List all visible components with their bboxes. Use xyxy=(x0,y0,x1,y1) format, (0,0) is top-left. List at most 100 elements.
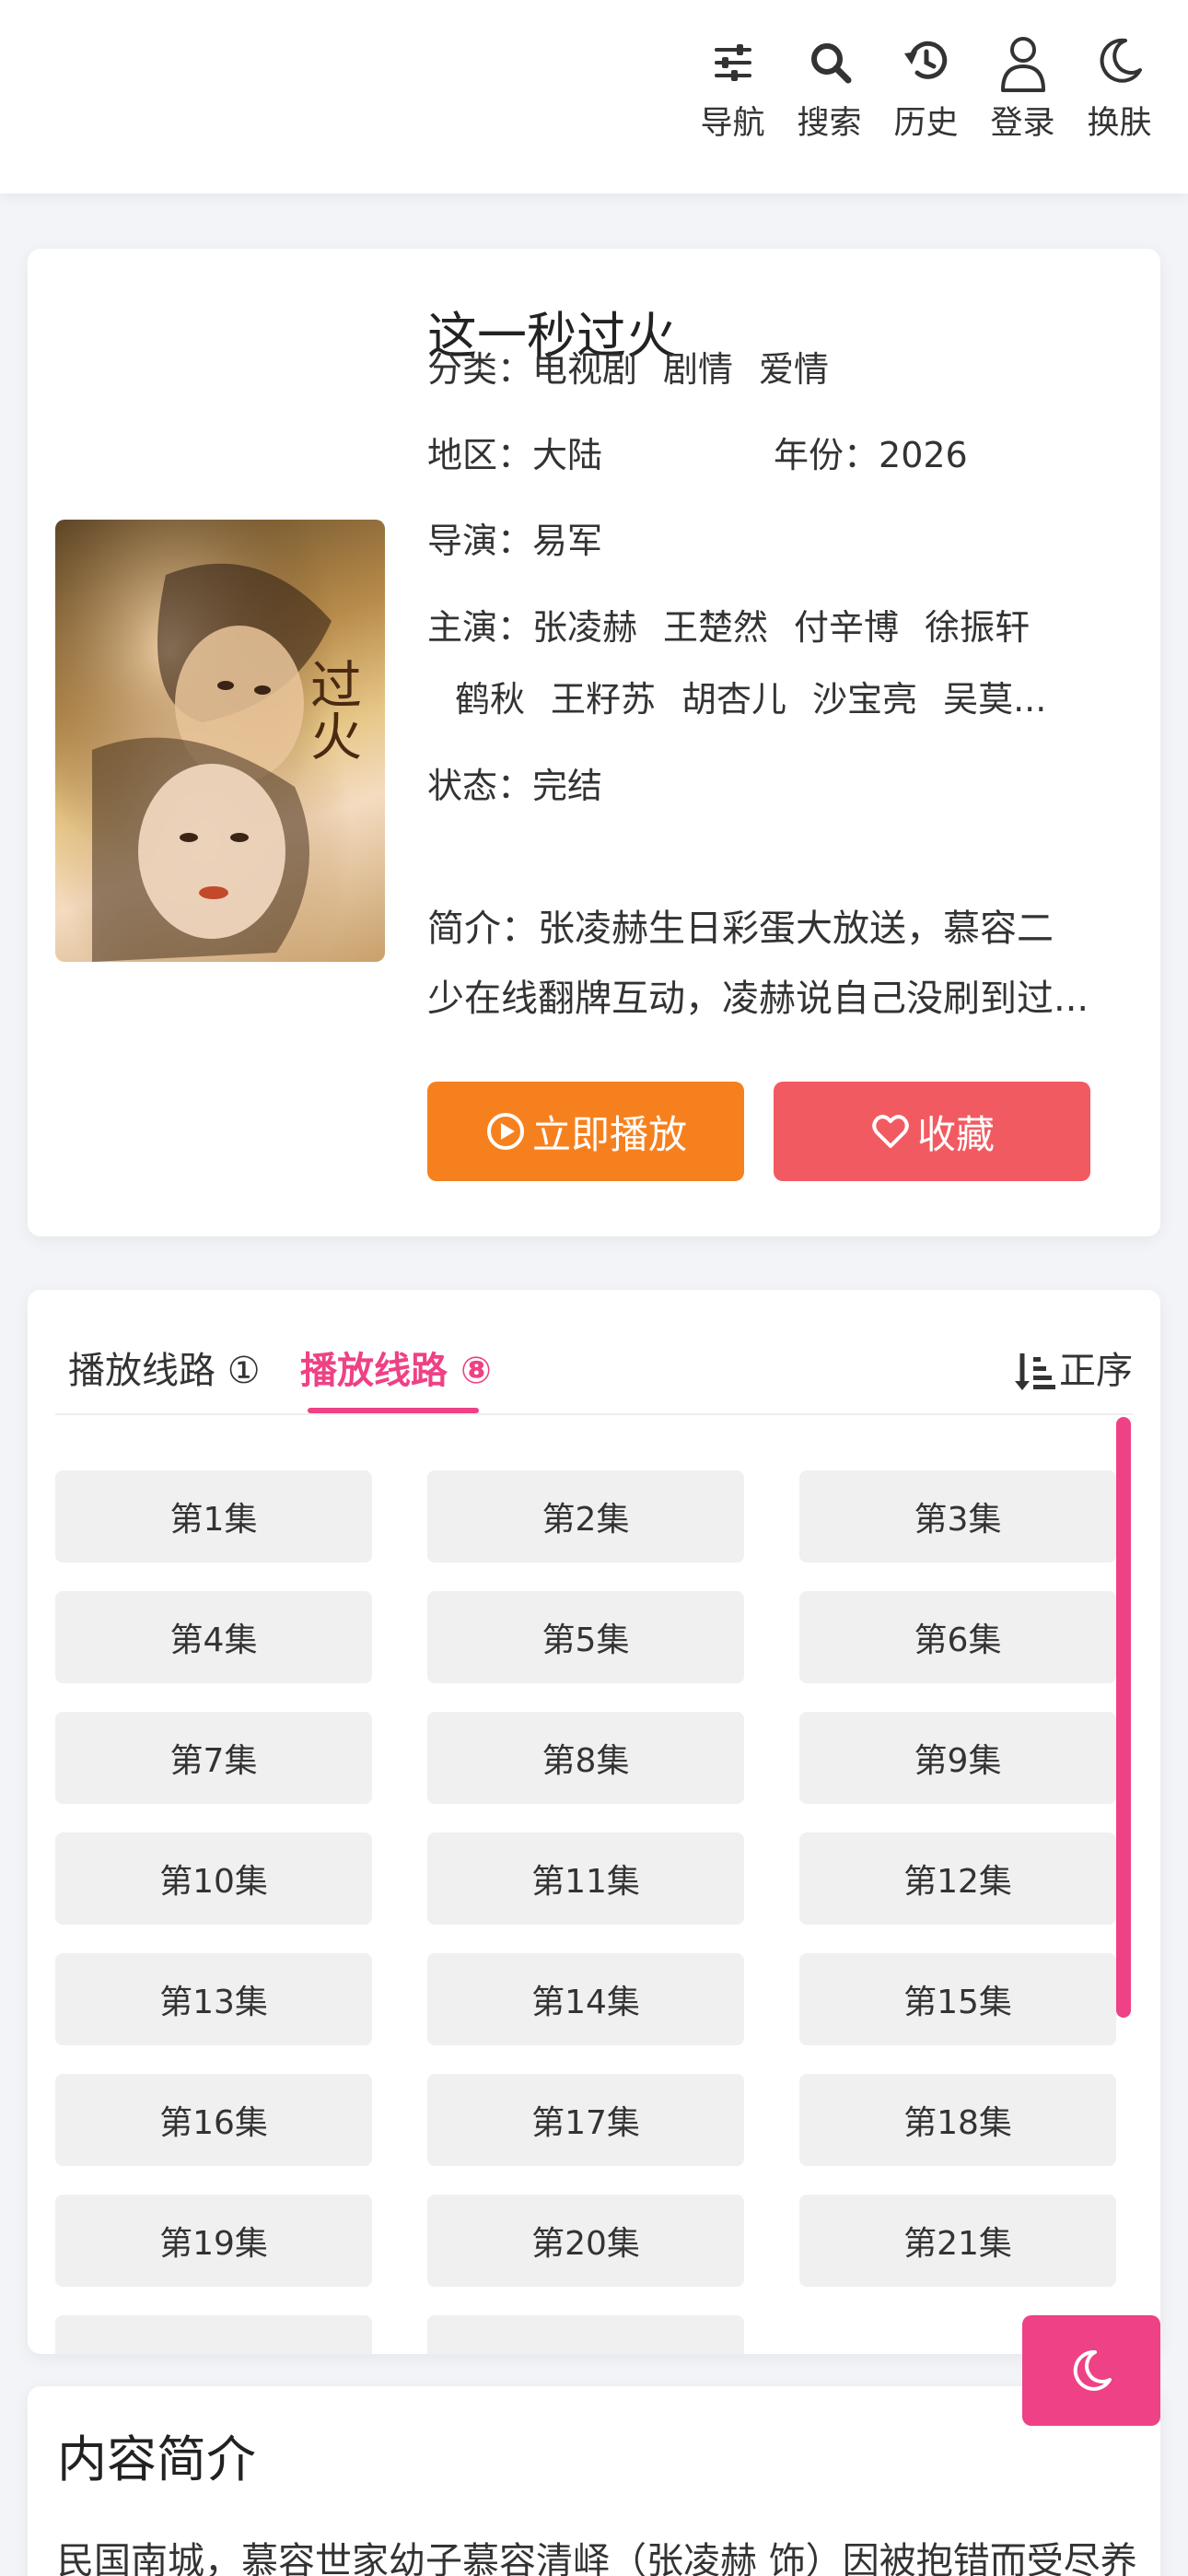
episode-button[interactable]: 第13集 xyxy=(55,1953,372,2045)
moon-icon xyxy=(1100,38,1142,83)
cast-name[interactable]: 徐振轩 xyxy=(925,607,1030,648)
favorite-button[interactable]: 收藏 xyxy=(774,1082,1090,1181)
nav-label: 搜索 xyxy=(797,105,862,142)
cast-name[interactable]: 王楚然 xyxy=(663,607,768,648)
category-label: 分类： xyxy=(427,349,533,390)
user-icon xyxy=(1000,37,1045,92)
episode-button[interactable]: 第8集 xyxy=(427,1712,744,1804)
category-tag[interactable]: 电视剧 xyxy=(532,349,637,390)
sliders-icon xyxy=(714,44,751,81)
tab-label: 播放线路 xyxy=(68,1350,215,1392)
category-row: 分类：电视剧 剧情 爱情 xyxy=(427,341,855,398)
episode-button[interactable]: 第18集 xyxy=(799,2074,1116,2166)
content-intro-text: 民国南城，慕容世家幼子慕容清峄（张凌赫 饰）因被抱错而受尽养 xyxy=(57,2540,1137,2576)
episode-button[interactable]: 第3集 xyxy=(799,1470,1116,1563)
cast-name[interactable]: 付辛博 xyxy=(794,607,899,648)
episode-button[interactable]: 第5集 xyxy=(427,1591,744,1683)
region-row: 地区：大陆 xyxy=(427,427,602,484)
nav-item-search[interactable]: 搜索 xyxy=(781,29,878,142)
poster-title: 过火 xyxy=(302,658,362,761)
episode-button[interactable]: 第6集 xyxy=(799,1591,1116,1683)
episode-button[interactable]: 第9集 xyxy=(799,1712,1116,1804)
nav-item-navigation[interactable]: 导航 xyxy=(684,29,781,142)
region-value[interactable]: 大陆 xyxy=(532,435,602,475)
intro-line: 简介：张凌赫生日彩蛋大放送，慕容二 xyxy=(427,907,1054,950)
sort-order-button[interactable]: 正序 xyxy=(1013,1343,1133,1399)
short-intro[interactable]: 简介：张凌赫生日彩蛋大放送，慕容二 少在线翻牌互动，凌赫说自己没刷到过... xyxy=(427,894,1127,1034)
episode-button[interactable]: 第17集 xyxy=(427,2074,744,2166)
play-circle-icon xyxy=(486,1113,524,1150)
video-detail-card: 过火 这一秒过火 分类：电视剧 剧情 爱情 地区：大陆 年份：2026 导演：易军 … xyxy=(28,249,1160,1236)
year-row: 年份：2026 xyxy=(774,427,968,484)
floating-theme-button[interactable] xyxy=(1022,2315,1160,2426)
episode-button[interactable]: 第4集 xyxy=(55,1591,372,1683)
intro-line: 少在线翻牌互动，凌赫说自己没刷到过... xyxy=(427,978,1089,1020)
content-intro-card: 内容简介 民国南城，慕容世家幼子慕容清峄（张凌赫 饰）因被抱错而受尽养 xyxy=(28,2386,1160,2576)
sort-label: 正序 xyxy=(1059,1350,1133,1392)
nav-label: 换肤 xyxy=(1087,105,1152,142)
tab-source-8[interactable]: 播放线路 ⑧ xyxy=(300,1343,492,1399)
episode-button[interactable]: 第14集 xyxy=(427,1953,744,2045)
episode-button[interactable]: 第2集 xyxy=(427,1470,744,1563)
episode-list-card: 播放线路 ① 播放线路 ⑧ 正序 第1集 第2集 第3集第4集 第5集 第6集第7集 第8… xyxy=(28,1290,1160,2354)
tab-source-1[interactable]: 播放线路 ① xyxy=(68,1343,261,1399)
director-row: 导演：易军 xyxy=(427,512,602,569)
poster-image[interactable]: 过火 xyxy=(55,520,385,962)
category-tag[interactable]: 爱情 xyxy=(759,349,829,390)
tab-badge: ① xyxy=(227,1350,261,1392)
tab-badge: ⑧ xyxy=(460,1350,492,1392)
favorite-label: 收藏 xyxy=(916,1111,995,1157)
nav-item-theme[interactable]: 换肤 xyxy=(1071,29,1168,142)
episode-button[interactable]: 第1集 xyxy=(55,1470,372,1563)
nav-item-login[interactable]: 登录 xyxy=(974,29,1071,142)
search-icon xyxy=(810,43,851,84)
episode-button[interactable]: 第12集 xyxy=(799,1832,1116,1925)
heart-icon xyxy=(872,1115,909,1148)
status-row: 状态：完结 xyxy=(427,757,602,814)
history-icon xyxy=(903,41,947,79)
nav-label: 历史 xyxy=(893,105,959,142)
director-value[interactable]: 易军 xyxy=(532,521,602,561)
source-tabs: 播放线路 ① 播放线路 ⑧ 正序 xyxy=(28,1290,1160,1419)
nav-label: 登录 xyxy=(990,105,1055,142)
episode-button[interactable] xyxy=(55,2315,372,2354)
top-header: 导航 搜索 历史 登录 换肤 xyxy=(0,0,1188,193)
cast-row-2: 鹤秋 王籽苏 胡杏儿 沙宝亮 吴莫... xyxy=(455,671,1072,728)
director-label: 导演： xyxy=(427,521,533,561)
episode-button[interactable]: 第15集 xyxy=(799,1953,1116,2045)
cast-name[interactable]: 鹤秋 xyxy=(455,679,525,720)
cast-name[interactable]: 胡杏儿 xyxy=(681,679,786,720)
content-intro-title: 内容简介 xyxy=(57,2430,256,2488)
sort-ascending-icon xyxy=(1015,1353,1055,1390)
region-label: 地区： xyxy=(427,435,533,475)
poster-art: 过火 xyxy=(55,520,385,962)
status-value: 完结 xyxy=(532,766,603,806)
cast-name[interactable]: 沙宝亮 xyxy=(812,679,917,720)
year-label: 年份： xyxy=(774,435,879,475)
episode-button[interactable]: 第19集 xyxy=(55,2195,372,2287)
episode-button[interactable]: 第7集 xyxy=(55,1712,372,1804)
top-nav: 导航 搜索 历史 登录 换肤 xyxy=(684,29,1168,142)
cast-name[interactable]: 吴莫... xyxy=(943,679,1046,720)
play-now-label: 立即播放 xyxy=(531,1111,687,1157)
cast-name[interactable]: 张凌赫 xyxy=(532,607,637,648)
episode-button[interactable] xyxy=(427,2315,744,2354)
episode-scrollbar[interactable] xyxy=(1116,1417,1131,2018)
nav-item-history[interactable]: 历史 xyxy=(878,29,974,142)
episode-button[interactable]: 第16集 xyxy=(55,2074,372,2166)
tab-label: 播放线路 xyxy=(300,1350,448,1392)
play-now-button[interactable]: 立即播放 xyxy=(427,1082,744,1181)
episode-button[interactable]: 第20集 xyxy=(427,2195,744,2287)
episode-button[interactable]: 第10集 xyxy=(55,1832,372,1925)
status-label: 状态： xyxy=(427,766,533,806)
category-tag[interactable]: 剧情 xyxy=(663,349,733,390)
tabs-divider xyxy=(55,1413,1133,1415)
episode-button[interactable]: 第11集 xyxy=(427,1832,744,1925)
cast-row: 主演：张凌赫 王楚然 付辛博 徐振轩 xyxy=(427,599,1055,656)
cast-label: 主演： xyxy=(427,607,533,648)
year-value[interactable]: 2026 xyxy=(879,435,968,475)
moon-icon xyxy=(1073,2349,1112,2391)
episode-button[interactable]: 第21集 xyxy=(799,2195,1116,2287)
cast-name[interactable]: 王籽苏 xyxy=(551,679,656,720)
nav-label: 导航 xyxy=(700,105,765,142)
